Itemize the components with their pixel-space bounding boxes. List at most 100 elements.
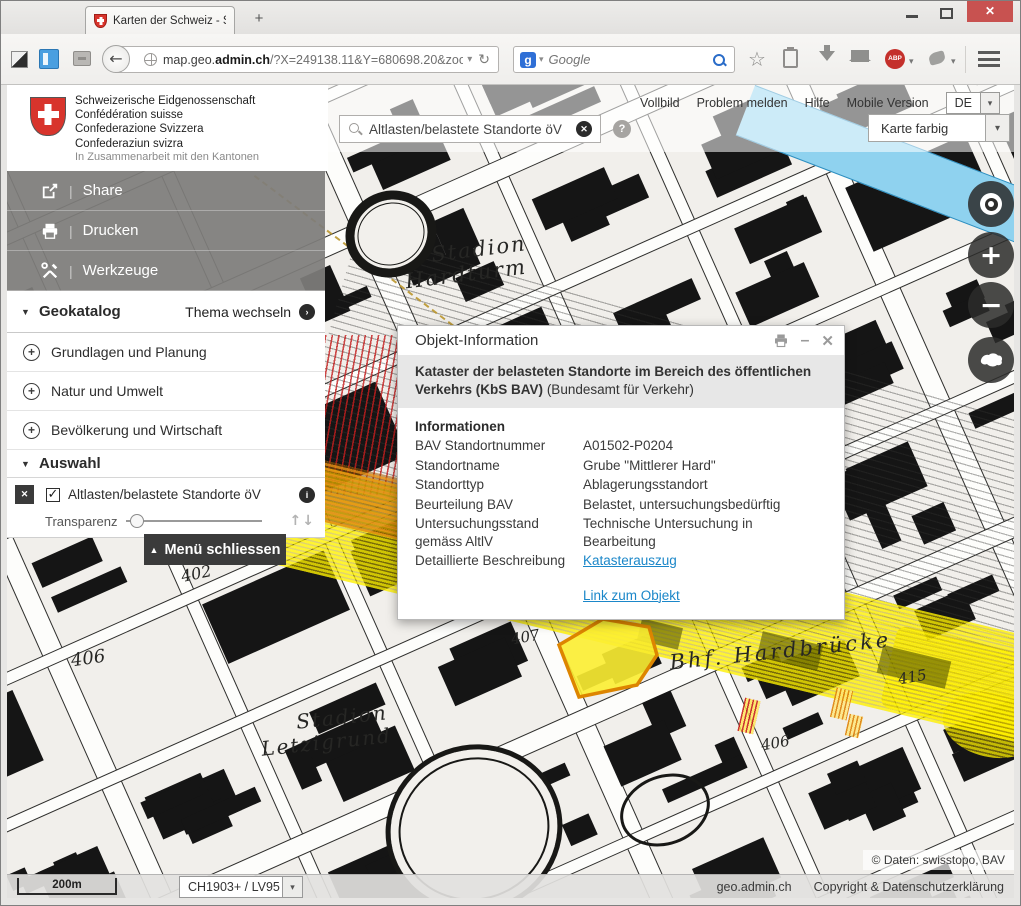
extension-icon-contrast[interactable] bbox=[11, 51, 28, 68]
language-select[interactable]: DE ▾ bbox=[946, 92, 1000, 114]
selected-site-polygon[interactable] bbox=[551, 613, 666, 701]
expand-plus-icon[interactable]: + bbox=[23, 344, 40, 361]
toolbar-separator bbox=[965, 46, 966, 73]
search-help-icon[interactable]: ? bbox=[613, 120, 631, 138]
field-value: A01502-P0204 bbox=[583, 437, 827, 455]
map-style-value: Karte farbig bbox=[869, 121, 985, 136]
federal-org-names: Schweizerische Eidgenossenschaft Confédé… bbox=[75, 94, 255, 151]
popup-header[interactable]: Objekt-Information – ✕ bbox=[398, 326, 844, 355]
field-label: BAV Standortnummer bbox=[415, 437, 583, 455]
clipboard-icon[interactable] bbox=[783, 49, 798, 68]
google-engine-icon[interactable]: g bbox=[520, 52, 536, 68]
popup-subtitle: Kataster der belasteten Standorte im Ber… bbox=[398, 355, 844, 408]
search-magnifier-icon[interactable] bbox=[712, 53, 726, 67]
org-line: Confederaziun svizra bbox=[75, 137, 255, 151]
link-hilfe[interactable]: Hilfe bbox=[805, 96, 830, 110]
field-label: Detaillierte Beschreibung bbox=[415, 552, 583, 570]
home-icon[interactable] bbox=[851, 50, 869, 62]
layer-info-icon[interactable]: i bbox=[299, 487, 315, 503]
slider-thumb[interactable] bbox=[130, 514, 144, 528]
category-label: Natur und Umwelt bbox=[51, 383, 163, 399]
link-vollbild[interactable]: Vollbild bbox=[640, 96, 680, 110]
auswahl-header[interactable]: ▼ Auswahl bbox=[7, 450, 325, 478]
map-building bbox=[562, 814, 598, 847]
reorder-arrows-icon[interactable]: ↑↓ bbox=[290, 513, 315, 529]
remove-layer-icon[interactable]: ✕ bbox=[15, 485, 34, 504]
category-grundlagen[interactable]: + Grundlagen und Planung bbox=[7, 333, 325, 372]
engine-dropdown-icon[interactable]: ▾ bbox=[539, 54, 544, 65]
sidebar-item-label: Werkzeuge bbox=[83, 262, 159, 279]
new-tab-button[interactable]: + bbox=[246, 9, 272, 29]
adblock-dropdown-icon[interactable]: ▾ bbox=[909, 56, 914, 67]
category-natur[interactable]: + Natur und Umwelt bbox=[7, 372, 325, 411]
field-value: Belastet, untersuchungsbedürftig bbox=[583, 496, 827, 514]
addon-dropdown-icon[interactable]: ▾ bbox=[951, 56, 956, 67]
map-style-select[interactable]: Karte farbig ▾ bbox=[868, 114, 1010, 142]
url-bar[interactable]: map.geo.admin.ch/?X=249138.11&Y=680698.2… bbox=[115, 46, 499, 73]
layer-checkbox[interactable]: ✓ bbox=[46, 488, 60, 502]
url-dropdown-icon[interactable]: ▾ bbox=[467, 54, 472, 65]
swiss-coat-of-arms bbox=[30, 97, 66, 136]
url-prefix: map.geo. bbox=[163, 53, 215, 67]
transparency-slider[interactable] bbox=[126, 514, 262, 528]
auswahl-title: Auswahl bbox=[39, 455, 101, 472]
reload-icon[interactable]: ↻ bbox=[478, 52, 490, 68]
transparency-label: Transparenz bbox=[45, 514, 118, 529]
print-icon[interactable] bbox=[773, 333, 789, 348]
geokatalog-header[interactable]: ▼ Geokatalog Thema wechseln › bbox=[7, 291, 325, 333]
addon-icon[interactable] bbox=[928, 50, 947, 66]
arrow-right-icon[interactable]: › bbox=[299, 304, 315, 320]
expand-plus-icon[interactable]: + bbox=[23, 383, 40, 400]
sidebar-item-werkzeuge[interactable]: | Werkzeuge bbox=[7, 251, 325, 291]
field-label: Standortname bbox=[415, 457, 583, 475]
swiss-shield-favicon bbox=[94, 14, 107, 28]
zoom-in-button[interactable]: + bbox=[968, 232, 1014, 278]
default-extent-button[interactable] bbox=[968, 337, 1014, 383]
geoadmin-link[interactable]: geo.admin.ch bbox=[717, 880, 792, 894]
link-problem-melden[interactable]: Problem melden bbox=[697, 96, 788, 110]
adblock-icon[interactable]: ABP bbox=[885, 49, 905, 69]
target-icon bbox=[980, 193, 1002, 215]
field-label: Beurteilung BAV bbox=[415, 496, 583, 514]
minimize-popup-icon[interactable]: – bbox=[801, 332, 810, 350]
object-link[interactable]: Link zum Objekt bbox=[583, 588, 680, 603]
browser-tab[interactable]: Karten der Schweiz - Schweize... bbox=[85, 6, 235, 34]
sidebar-item-share[interactable]: | Share bbox=[7, 171, 325, 211]
close-menu-button[interactable]: ▲ Menü schliessen bbox=[144, 534, 286, 565]
sidebar-item-drucken[interactable]: | Drucken bbox=[7, 211, 325, 251]
projection-select[interactable]: CH1903+ / LV95 ▾ bbox=[179, 876, 303, 898]
map-search-box[interactable]: ✕ bbox=[339, 115, 601, 143]
hamburger-menu-icon[interactable] bbox=[978, 51, 1000, 67]
org-line: Confédération suisse bbox=[75, 108, 255, 122]
category-bevoelkerung[interactable]: + Bevölkerung und Wirtschaft bbox=[7, 411, 325, 450]
browser-search-input[interactable] bbox=[549, 52, 712, 67]
url-domain: admin.ch bbox=[215, 53, 270, 67]
downloads-icon[interactable] bbox=[819, 51, 835, 69]
page-content: Stadion Hardturm Bhf. Hardbrücke Stadion… bbox=[7, 85, 1014, 898]
katasterauszug-link[interactable]: Katasterauszug bbox=[583, 552, 827, 570]
geokatalog-title: Geokatalog bbox=[39, 303, 185, 320]
link-mobile-version[interactable]: Mobile Version bbox=[847, 96, 929, 110]
expand-plus-icon[interactable]: + bbox=[23, 422, 40, 439]
header-links: Vollbild Problem melden Hilfe Mobile Ver… bbox=[640, 92, 1000, 114]
map-search-input[interactable] bbox=[369, 122, 576, 137]
extension-icon-archive[interactable] bbox=[73, 51, 91, 66]
clear-search-icon[interactable]: ✕ bbox=[576, 121, 592, 137]
close-popup-icon[interactable]: ✕ bbox=[821, 332, 834, 350]
zoom-out-button[interactable]: − bbox=[968, 282, 1014, 328]
title-bar: Karten der Schweiz - Schweize... + ✕ bbox=[1, 1, 1020, 34]
chevron-down-icon: ▾ bbox=[985, 115, 1009, 141]
minimize-icon[interactable] bbox=[906, 15, 918, 18]
bookmark-star-icon[interactable]: ☆ bbox=[748, 47, 766, 71]
close-window-button[interactable]: ✕ bbox=[967, 1, 1013, 22]
copyright-link[interactable]: Copyright & Datenschutzerklärung bbox=[814, 880, 1004, 894]
geolocation-button[interactable] bbox=[968, 181, 1014, 227]
back-button[interactable]: ← bbox=[102, 45, 130, 73]
maximize-icon[interactable] bbox=[940, 8, 953, 19]
extension-icon-sidebar[interactable] bbox=[39, 49, 59, 69]
triangle-down-icon: ▼ bbox=[21, 307, 39, 317]
theme-switch-link[interactable]: Thema wechseln bbox=[185, 304, 291, 320]
browser-search-box[interactable]: g ▾ bbox=[513, 46, 735, 73]
tab-title: Karten der Schweiz - Schweize... bbox=[113, 15, 226, 27]
header-logo-block: Schweizerische Eidgenossenschaft Confédé… bbox=[7, 85, 328, 171]
